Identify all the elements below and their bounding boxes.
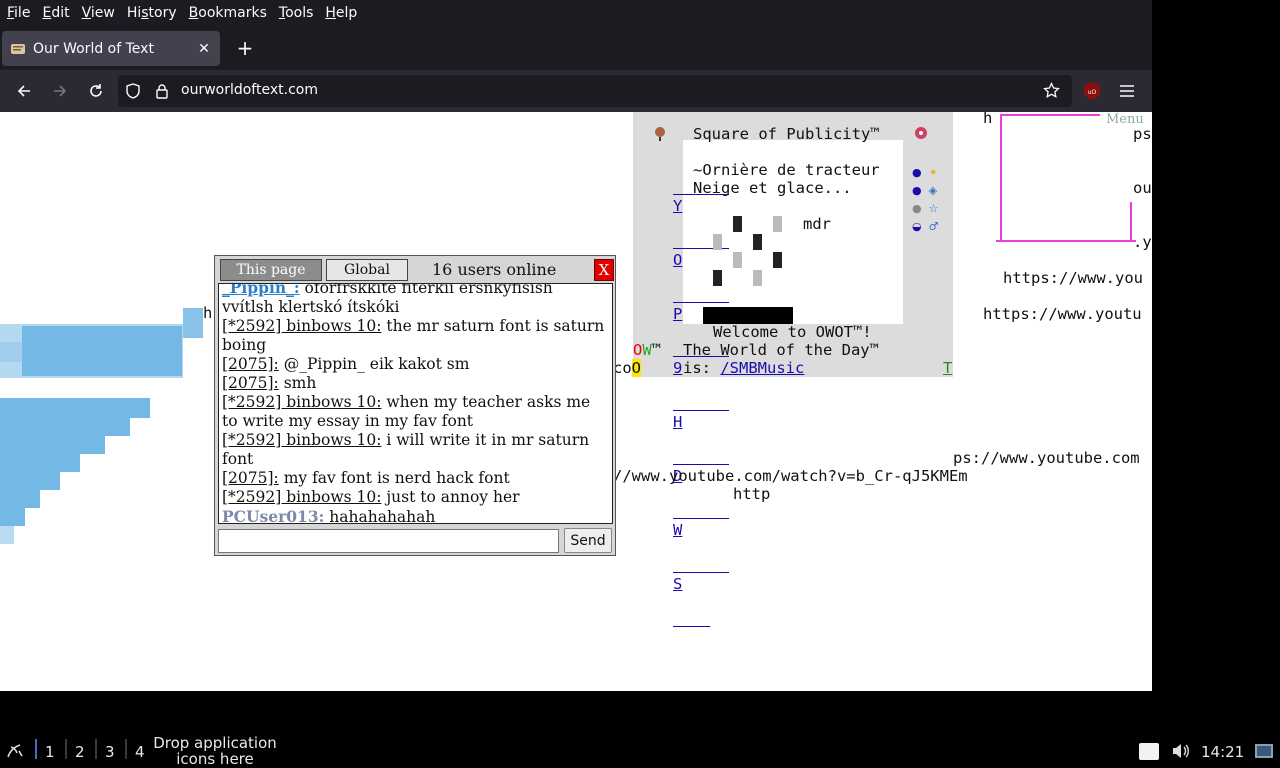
sop-title: Square of Publicity™ [693, 125, 880, 143]
clock[interactable]: 14:21 [1201, 743, 1244, 761]
world-of-the-day-label: The World of the Day™ [683, 341, 879, 359]
chat-nick[interactable]: [*2592] binbows 10: [222, 431, 381, 449]
navigation-bar: ourworldoftext.com uO [0, 70, 1152, 112]
reload-icon[interactable] [80, 75, 112, 107]
tab-title: Our World of Text [33, 40, 154, 57]
chat-nick[interactable]: PCUser013: [222, 507, 324, 523]
candy-icon [652, 124, 668, 146]
workspace-1[interactable]: 1 [45, 743, 55, 761]
chat-message: _Pippin_: oforfrskkite fiterkii ersnkyfi… [222, 284, 609, 317]
menu-edit[interactable]: Edit [37, 0, 74, 26]
back-icon[interactable] [8, 75, 40, 107]
sop-mdr: mdr [803, 215, 831, 233]
menu-file[interactable]: File [2, 0, 35, 26]
canvas-char-h: h [203, 304, 213, 322]
world-of-the-day-value: is: /SMBMusic [683, 359, 805, 377]
menu-history[interactable]: History [122, 0, 182, 26]
shield-icon[interactable] [126, 83, 140, 103]
chat-message: [2075]: smh [222, 374, 317, 392]
desktop-right-edge [1152, 0, 1280, 691]
canvas-url-3: ps://www.youtube.com [953, 449, 1140, 467]
sop-left-column[interactable]: Y O P 9 H D W S [673, 161, 729, 629]
volume-icon[interactable] [1170, 741, 1190, 765]
chat-message: [*2592] binbows 10: just to annoy her [222, 488, 520, 506]
notes-tray-icon[interactable] [1139, 743, 1159, 760]
chat-nick[interactable]: _Pippin_: [222, 284, 300, 297]
canvas-http: http [733, 485, 771, 503]
chat-nick[interactable]: [2075]: [222, 469, 279, 487]
chat-message: [*2592] binbows 10: the mr saturn font i… [222, 317, 605, 354]
network-icon[interactable] [1254, 743, 1274, 764]
chat-message: [*2592] binbows 10: i will write it in m… [222, 431, 590, 468]
candy-icon-right [912, 124, 930, 146]
chat-nick[interactable]: [2075]: [222, 355, 279, 373]
bookmark-star-icon[interactable] [1043, 81, 1060, 103]
svg-text:uO: uO [1088, 89, 1097, 96]
chat-tab-global[interactable]: Global [326, 259, 408, 281]
workspace-4[interactable]: 4 [135, 743, 145, 761]
browser-window: File Edit View History Bookmarks Tools H… [0, 0, 1152, 691]
co-text: coO [613, 359, 642, 377]
new-tab-button[interactable]: + [232, 35, 258, 61]
canvas-link-t[interactable]: T [943, 359, 952, 377]
chat-close-button[interactable]: X [594, 259, 614, 281]
chat-tab-this-page[interactable]: This page [220, 259, 322, 281]
sop-welcome: Welcome to OWOT™! [713, 323, 872, 341]
owot-canvas[interactable]: h Square of Publicity™ ~Ornière de tract… [0, 112, 1152, 691]
canvas-url-2: https://www.youtu [983, 305, 1142, 323]
taskbar: 1 2 3 4 Drop application icons here 14:2… [0, 691, 1280, 768]
chat-nick[interactable]: [*2592] binbows 10: [222, 317, 381, 335]
menu-view[interactable]: View [77, 0, 120, 26]
workspace-2[interactable]: 2 [75, 743, 85, 761]
menu-bar: File Edit View History Bookmarks Tools H… [0, 0, 1152, 26]
chat-nick[interactable]: [*2592] binbows 10: [222, 488, 381, 506]
chat-message: [2075]: my fav font is nerd hack font [222, 469, 510, 487]
url-text[interactable]: ourworldoftext.com [181, 82, 318, 98]
world-of-the-day-link[interactable]: /SMBMusic [720, 359, 804, 377]
sop-right-icons: ● ✦ ● ◈ ● ☆ ◒ ♂ [912, 166, 939, 233]
menu-help[interactable]: Help [320, 0, 362, 26]
tab-our-world-of-text[interactable]: Our World of Text ✕ [2, 31, 220, 66]
workspace-3[interactable]: 3 [105, 743, 115, 761]
launcher-drop-zone[interactable]: Drop application icons here [153, 735, 277, 767]
scroll-favicon-icon [10, 41, 26, 57]
chat-message-log[interactable]: _Pippin_: oforfrskkite fiterkii ersnkyfi… [218, 283, 613, 524]
chat-nick[interactable]: [2075]: [222, 374, 279, 392]
chat-send-button[interactable]: Send [564, 528, 612, 553]
app-menu-icon[interactable] [5, 741, 25, 765]
chat-input[interactable] [218, 529, 559, 553]
lock-icon[interactable] [155, 83, 169, 103]
canvas-url-1: https://www.you [1003, 269, 1143, 287]
forward-icon[interactable] [44, 75, 76, 107]
canvas-url-4: //www.youtube.com/watch?v=b_Cr-qJ5KMEm [613, 467, 968, 485]
canvas-y: .y [1133, 233, 1152, 251]
tab-bar: Our World of Text ✕ + [0, 26, 1152, 70]
canvas-ps: ps [1133, 125, 1152, 143]
chat-message: [*2592] binbows 10: when my teacher asks… [222, 393, 591, 430]
owot-logo: OW™ [633, 341, 662, 359]
users-online-count: 16 users online [432, 260, 557, 279]
chat-nick[interactable]: [*2592] binbows 10: [222, 393, 381, 411]
hamburger-menu-icon[interactable] [1116, 81, 1138, 101]
url-bar[interactable]: ourworldoftext.com [118, 75, 1072, 107]
canvas-char-h-right: h [983, 112, 993, 127]
menu-bookmarks[interactable]: Bookmarks [184, 0, 272, 26]
ublock-origin-icon[interactable]: uO [1082, 81, 1102, 101]
close-tab-icon[interactable]: ✕ [192, 37, 216, 61]
chat-message: [2075]: @_Pippin_ eik kakot sm [222, 355, 470, 373]
chat-message: PCUser013: hahahahahah [222, 507, 436, 524]
menu-tools[interactable]: Tools [274, 0, 319, 26]
canvas-ou: ou [1133, 179, 1152, 197]
chat-tab-bar: This page Global 16 users online X [218, 259, 614, 281]
chat-window: This page Global 16 users online X _Pipp… [214, 255, 616, 556]
